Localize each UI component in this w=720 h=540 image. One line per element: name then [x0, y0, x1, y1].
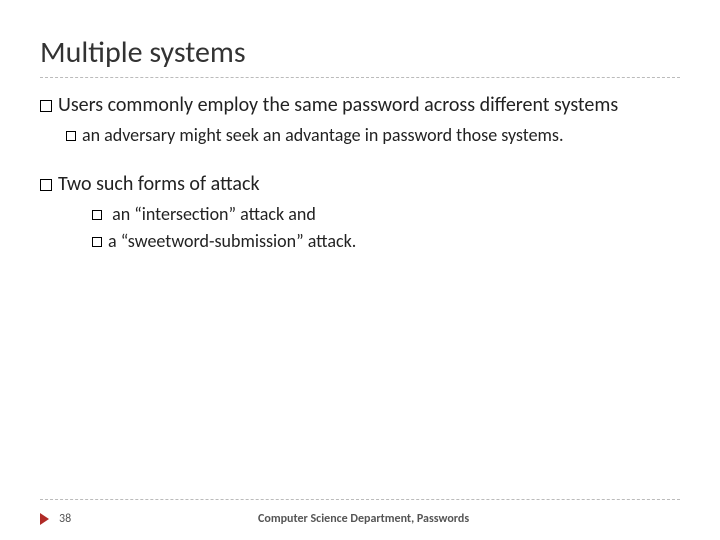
footer-divider [40, 499, 680, 500]
slide-footer: 38 Computer Science Department, Password… [40, 512, 680, 526]
bullet-box-icon [40, 179, 52, 191]
bullet-2-2-text: a “sweetword-submission” attack. [108, 230, 356, 252]
bullet-2: Two such forms of attack [40, 171, 680, 198]
bullet-2-1: an “intersection” attack and [92, 202, 680, 226]
title-divider [40, 77, 680, 78]
bullet-1-text: Users commonly employ the same password … [58, 93, 618, 117]
slide: Multiple systems Users commonly employ t… [0, 0, 720, 540]
bullet-box-icon [92, 237, 102, 247]
bullet-1-1-text: an adversary might seek an advantage in … [82, 124, 564, 146]
bullet-2-text: Two such forms of attack [58, 172, 260, 196]
page-number: 38 [59, 512, 71, 526]
bullet-box-icon [66, 131, 76, 141]
footer-center-text: Computer Science Department, Passwords [71, 512, 656, 526]
bullet-1-1: an adversary might seek an advantage in … [66, 123, 680, 147]
page-marker-icon [40, 513, 49, 525]
bullet-2-1-text: an “intersection” attack and [108, 203, 316, 225]
slide-title: Multiple systems [40, 34, 680, 71]
bullet-2-2: a “sweetword-submission” attack. [92, 229, 680, 253]
slide-content: Users commonly employ the same password … [40, 92, 680, 253]
bullet-box-icon [92, 210, 102, 220]
bullet-box-icon [40, 100, 52, 112]
bullet-1: Users commonly employ the same password … [40, 92, 680, 119]
